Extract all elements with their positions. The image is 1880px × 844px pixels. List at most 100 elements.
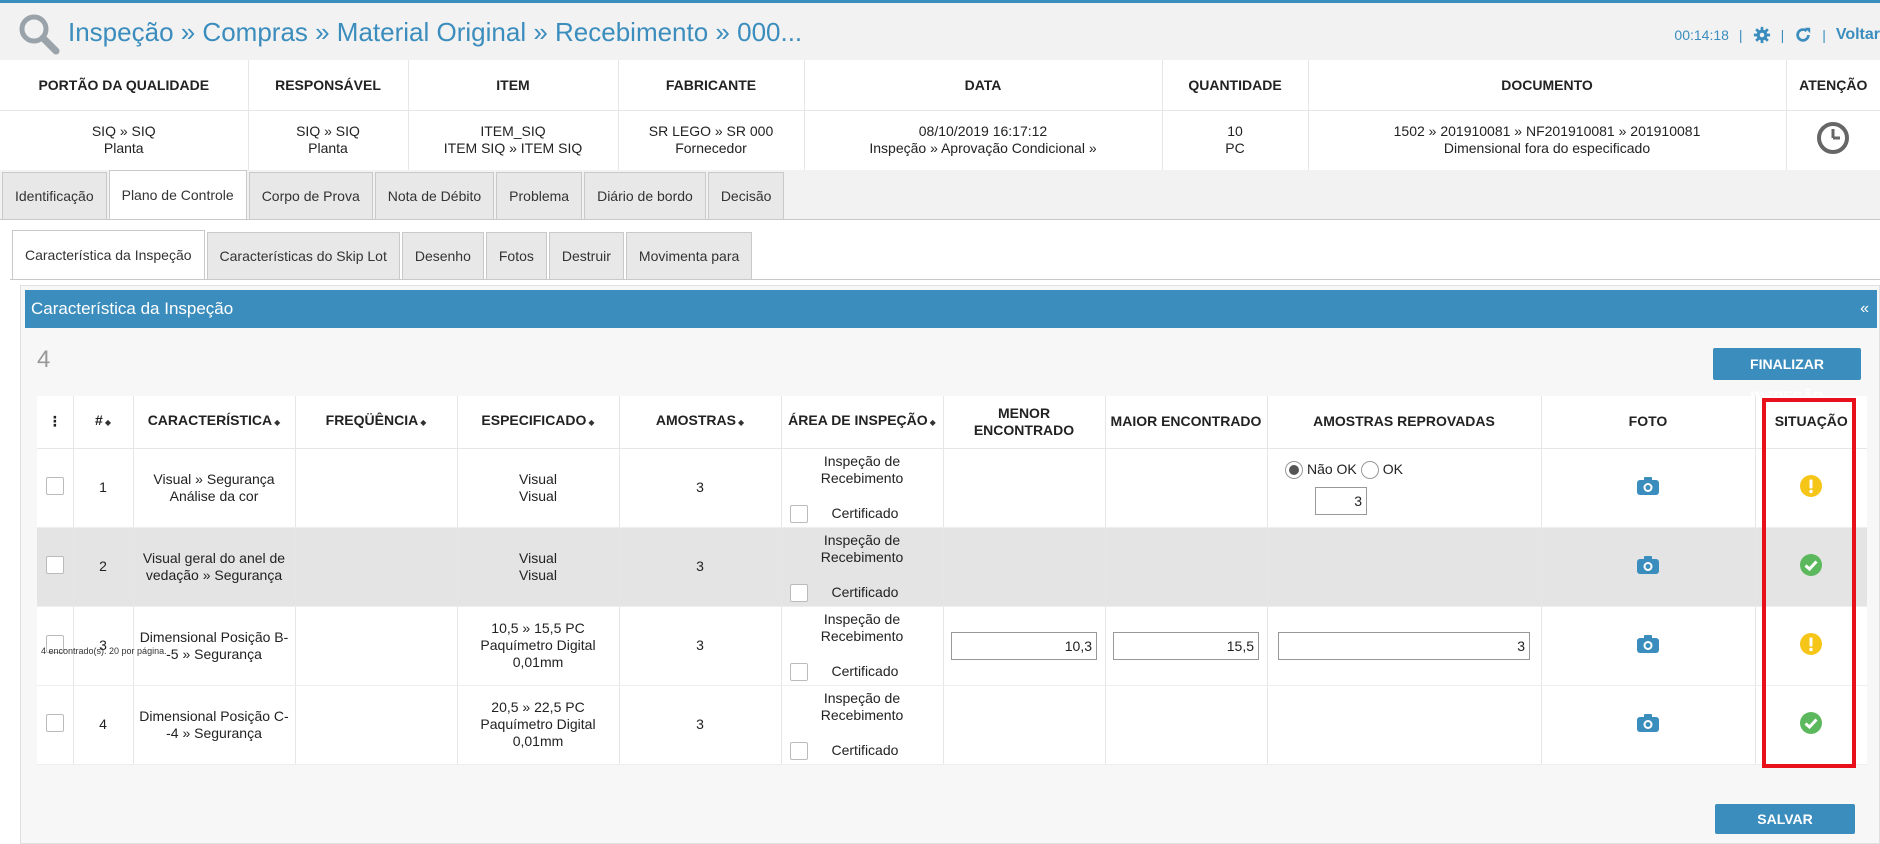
row-menor	[943, 685, 1106, 765]
reprovadas-input[interactable]: 3	[1278, 631, 1530, 660]
inspection-summary: PORTÃO DA QUALIDADE RESPONSÁVEL ITEM FAB…	[0, 60, 1880, 170]
value-line: ITEM_SIQ	[480, 123, 546, 140]
certificado-label: Certificado	[831, 742, 899, 758]
text-line: Visual	[519, 549, 557, 566]
camera-icon[interactable]	[1637, 476, 1659, 495]
camera-icon[interactable]	[1637, 555, 1659, 574]
radio-nao-ok[interactable]	[1284, 460, 1303, 479]
certificado-checkbox[interactable]	[789, 662, 808, 681]
col-header-attention: ATENÇÃO	[1786, 60, 1880, 111]
text-line: Visual » Segurança	[153, 470, 275, 487]
inspection-characteristics-section: Característica da Inspeção « 4 FINALIZAR…	[20, 285, 1880, 844]
row-checkbox[interactable]	[45, 555, 64, 574]
finalize-inspection-button[interactable]: FINALIZAR INSPEÇÃO	[1713, 348, 1861, 404]
col-header-amostras[interactable]: AMOSTRAS ◆	[619, 396, 782, 449]
row-amostras: 3	[619, 685, 782, 765]
refresh-icon[interactable]	[1794, 26, 1812, 44]
col-header-num[interactable]: # ◆	[73, 396, 134, 449]
camera-icon[interactable]	[1637, 634, 1659, 653]
certificado-checkbox[interactable]	[789, 741, 808, 760]
document-value: 1502 » 201910081 » NF201910081 » 2019100…	[1308, 110, 1787, 170]
text-line: Visual geral do anel de	[142, 549, 286, 566]
col-header-quantity: QUANTIDADE	[1162, 60, 1309, 111]
save-button[interactable]: SALVAR	[1715, 804, 1855, 834]
text-line: Inspeção de	[823, 531, 901, 548]
tab-problema[interactable]: Problema	[496, 172, 583, 220]
quality-gate-value: SIQ » SIQ Planta	[0, 110, 249, 170]
sub-tabs: Característica da Inspeção Característic…	[12, 230, 754, 280]
column-menu-icon[interactable]: ⋮	[37, 396, 74, 449]
tab-diario-de-bordo[interactable]: Diário de bordo	[584, 172, 706, 220]
row-frequencia	[295, 685, 458, 765]
date-value: 08/10/2019 16:17:12 Inspeção » Aprovação …	[804, 110, 1163, 170]
tab-nota-de-debito[interactable]: Nota de Débito	[374, 172, 495, 220]
manufacturer-value: SR LEGO » SR 000 Fornecedor	[618, 110, 805, 170]
maior-encontrado-input[interactable]: 15,5	[1113, 631, 1259, 660]
tab-caracteristicas-skip-lot[interactable]: Características do Skip Lot	[206, 232, 400, 280]
row-menor	[943, 448, 1106, 528]
text-line: -4 » Segurança	[166, 724, 262, 741]
text-line: vedação » Segurança	[145, 566, 283, 583]
header-label: FREQÜÊNCIA	[325, 412, 419, 429]
row-num: 1	[73, 448, 134, 528]
gear-icon[interactable]	[1753, 26, 1771, 44]
row-amostras: 3	[619, 527, 782, 607]
text-line: Recebimento	[820, 706, 904, 723]
certificado-checkbox[interactable]	[789, 504, 808, 523]
col-header-frequencia[interactable]: FREQÜÊNCIA ◆	[295, 396, 458, 449]
text-line: Recebimento	[820, 548, 904, 565]
tab-caracteristica-da-inspecao[interactable]: Característica da Inspeção	[12, 230, 205, 280]
row-checkbox[interactable]	[45, 713, 64, 732]
row-amostras: 3	[619, 606, 782, 686]
tab-movimenta-para[interactable]: Movimenta para	[625, 232, 753, 280]
certificado-checkbox[interactable]	[789, 583, 808, 602]
row-menor: 10,3	[943, 606, 1106, 686]
text-line: Visual	[519, 487, 557, 504]
tab-corpo-de-prova[interactable]: Corpo de Prova	[248, 172, 373, 220]
menor-encontrado-input[interactable]: 10,3	[951, 631, 1097, 660]
header-label: CARACTERÍSTICA	[147, 412, 273, 429]
characteristics-table: ⋮ # ◆ CARACTERÍSTICA ◆ FREQÜÊNCIA ◆ ESPECIF…	[37, 396, 1867, 765]
row-especificado: Visual Visual	[457, 527, 620, 607]
collapse-button[interactable]: «	[1860, 290, 1869, 328]
text-line: 10,5 » 15,5 PC	[491, 620, 585, 636]
row-caracteristica: Visual geral do anel de vedação » Seguran…	[133, 527, 296, 607]
tab-identificacao[interactable]: Identificação	[2, 172, 107, 220]
record-count: 4	[37, 346, 51, 373]
sort-icon: ◆	[588, 418, 595, 428]
tab-destruir[interactable]: Destruir	[548, 232, 624, 280]
row-select	[37, 448, 74, 528]
search-icon	[19, 14, 60, 55]
separator: |	[1780, 27, 1785, 43]
row-checkbox[interactable]	[45, 476, 64, 495]
row-situacao	[1755, 685, 1867, 765]
text-line: Inspeção de	[823, 610, 901, 627]
tab-plano-de-controle[interactable]: Plano de Controle	[108, 170, 247, 220]
table-row: 3 Dimensional Posição B- -5 » Segurança 1…	[37, 606, 1867, 686]
col-header-caracteristica[interactable]: CARACTERÍSTICA ◆	[133, 396, 296, 449]
radio-ok[interactable]	[1360, 460, 1379, 479]
text-line: Visual	[519, 566, 557, 583]
back-link[interactable]: Voltar	[1836, 26, 1880, 44]
row-especificado: 10,5 » 15,5 PC Paquímetro Digital 0,01mm	[457, 606, 620, 686]
row-maior	[1105, 685, 1268, 765]
camera-icon[interactable]	[1637, 713, 1659, 732]
text-line: Dimensional Posição C-	[139, 707, 289, 724]
col-header-especificado[interactable]: ESPECIFICADO ◆	[457, 396, 620, 449]
reprovadas-input[interactable]: 3	[1315, 486, 1367, 515]
tab-fotos[interactable]: Fotos	[485, 232, 547, 280]
row-reprovadas	[1267, 527, 1542, 607]
quantity-value: 10 PC	[1162, 110, 1309, 170]
col-header-area[interactable]: ÁREA DE INSPEÇÃO ◆	[781, 396, 944, 449]
row-area: Inspeção de Recebimento Certificado	[781, 606, 944, 686]
tab-decisao[interactable]: Decisão	[707, 172, 785, 220]
col-header-item: ITEM	[408, 60, 619, 111]
value-line: SR LEGO » SR 000	[648, 123, 774, 140]
section-header: Característica da Inspeção «	[25, 290, 1877, 328]
row-area: Inspeção de Recebimento Certificado	[781, 685, 944, 765]
check-circle-icon	[1800, 711, 1823, 734]
table-row: 4 Dimensional Posição C- -4 » Segurança 2…	[37, 685, 1867, 765]
tab-desenho[interactable]: Desenho	[401, 232, 484, 280]
responsible-value: SIQ » SIQ Planta	[248, 110, 409, 170]
col-header-document: DOCUMENTO	[1308, 60, 1787, 111]
